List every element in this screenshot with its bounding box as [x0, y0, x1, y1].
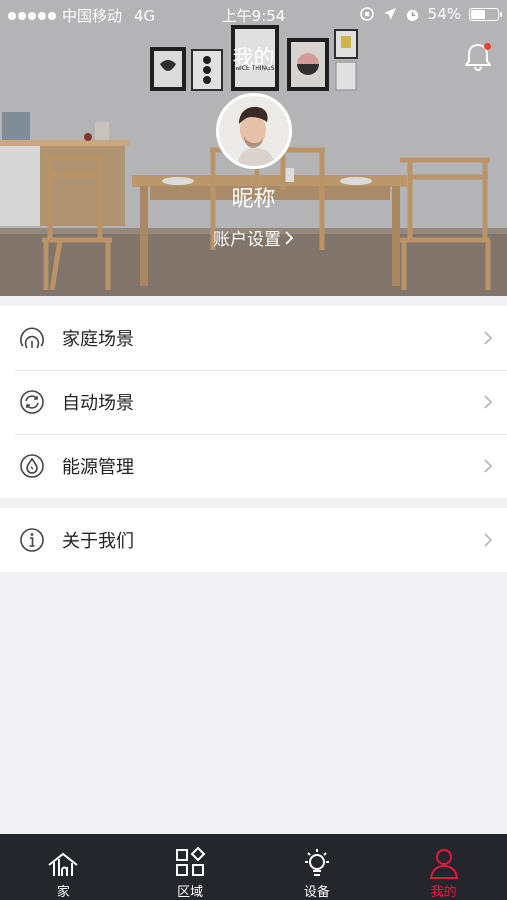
home-scene-icon [20, 327, 44, 349]
chevron-right-icon [285, 230, 294, 250]
nickname: 昵称 [231, 187, 276, 212]
person-icon [429, 849, 458, 879]
menu-label: 能源管理 [62, 457, 134, 478]
notification-dot [484, 43, 491, 50]
menu-label: 自动场景 [62, 393, 134, 414]
menu-label: 家庭场景 [62, 329, 134, 350]
menu-item-energy[interactable]: 能源管理 [0, 434, 507, 498]
menu-label: 关于我们 [62, 531, 134, 552]
tab-label: 区域 [177, 885, 204, 900]
status-bar: 中国移动 4G 上午9:54 54% [0, 0, 507, 28]
menu-item-auto-scene[interactable]: 自动场景 [0, 370, 507, 434]
tab-label: 我的 [430, 885, 457, 900]
menu-item-about-us[interactable]: 关于我们 [0, 508, 507, 572]
tab-devices[interactable]: 设备 [254, 834, 381, 900]
page-title: 我的 [232, 46, 275, 70]
menu-group-scenes: 家庭场景 自动场景 能源管理 [0, 306, 507, 498]
chevron-right-icon [484, 395, 493, 409]
account-settings-link[interactable]: 账户设置 [0, 225, 507, 250]
tab-label: 设备 [303, 885, 330, 900]
menu-group-about: 关于我们 [0, 508, 507, 572]
tab-area[interactable]: 区域 [127, 834, 254, 900]
avatar[interactable] [216, 93, 292, 169]
menu-item-home-scene[interactable]: 家庭场景 [0, 306, 507, 370]
screen-rotation-lock-icon [359, 7, 374, 21]
avatar-image [219, 96, 289, 166]
notification-bell-button[interactable] [462, 40, 494, 72]
info-icon [20, 528, 44, 552]
battery-icon [469, 7, 502, 21]
location-arrow-icon [383, 8, 396, 20]
alarm-icon [406, 9, 418, 21]
auto-scene-icon [20, 390, 44, 414]
chevron-right-icon [484, 533, 493, 547]
area-grid-icon [176, 846, 206, 876]
chevron-right-icon [484, 331, 493, 345]
account-settings-label: 账户设置 [213, 230, 281, 250]
tab-me[interactable]: 我的 [380, 834, 507, 900]
tab-home[interactable]: 家 [0, 834, 127, 900]
chevron-right-icon [484, 459, 493, 473]
tab-label: 家 [56, 885, 70, 900]
profile-header: NICE THINGS 中国移动 4G 上午9:54 54% 我的 昵称 账户设… [0, 0, 507, 296]
home-icon [48, 852, 78, 876]
energy-icon [20, 454, 44, 478]
battery-percent: 54% [427, 5, 461, 23]
lightbulb-icon [304, 849, 329, 876]
battery-level [471, 9, 486, 19]
bottom-tab-bar: 家 区域 设备 我的 [0, 834, 507, 900]
